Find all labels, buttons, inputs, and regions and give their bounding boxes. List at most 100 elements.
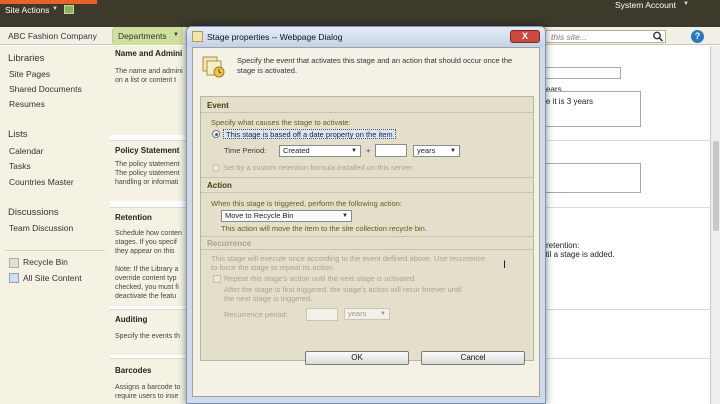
section-text: they appear on this (115, 248, 175, 255)
site-actions-menu[interactable]: Site Actions (5, 5, 49, 15)
section-text: deactivate the featu (115, 293, 177, 300)
ok-button[interactable]: OK (305, 351, 409, 365)
event-prompt: Specify what causes the stage to activat… (211, 118, 351, 127)
section-text: Note: If the Library a (115, 266, 179, 273)
policy-statement-textarea[interactable] (530, 163, 641, 193)
edit-page-icon[interactable] (64, 5, 74, 14)
user-menu[interactable]: System Account (615, 0, 676, 10)
nav-item-shared-documents[interactable]: Shared Documents (9, 84, 82, 94)
repeat-checkbox[interactable] (213, 275, 221, 283)
radio-custom-formula[interactable] (212, 164, 220, 172)
help-icon[interactable]: ? (691, 30, 704, 43)
recycle-bin-icon (9, 258, 19, 268)
section-text: Specify the events th (115, 333, 180, 340)
section-text: require users to inse (115, 393, 179, 400)
quick-launch: Libraries Site Pages Shared Documents Re… (0, 46, 110, 404)
section-divider (201, 249, 533, 250)
radio-custom-formula-label: Set by a custom retention formula instal… (223, 163, 414, 172)
plus-sign: + (366, 146, 371, 155)
section-title: Name and Admini (115, 49, 183, 58)
chevron-down-icon: ▼ (351, 148, 357, 154)
section-title: Barcodes (115, 366, 152, 375)
section-text: stages. If you specif (115, 239, 177, 246)
radio-date-property-label[interactable]: This stage is based off a date property … (223, 129, 396, 139)
recurrence-text: to force the stage to repeat its action. (211, 263, 335, 272)
name-input[interactable] (543, 67, 621, 79)
page-scrollbar[interactable] (710, 46, 720, 404)
section-divider (201, 112, 533, 113)
radio-date-property[interactable] (212, 130, 220, 138)
action-prompt: When this stage is triggered, perform th… (211, 199, 402, 208)
nav-item-site-pages[interactable]: Site Pages (9, 69, 50, 79)
section-text: on a list or content t (115, 77, 177, 84)
recurrence-period-input[interactable] (306, 308, 338, 321)
chevron-down-icon: ▼ (450, 148, 456, 154)
time-period-label: Time Period: (224, 146, 267, 155)
cancel-button[interactable]: Cancel (421, 351, 525, 365)
time-period-select[interactable]: Created ▼ (279, 145, 361, 157)
nav-heading-lists[interactable]: Lists (8, 129, 28, 140)
section-divider (201, 236, 533, 237)
section-divider (201, 177, 533, 178)
section-text: override content typ (115, 275, 177, 282)
stages-icon (202, 56, 225, 78)
section-barcodes: Barcodes Assigns a barcode to require us… (110, 359, 190, 404)
section-title: Retention (115, 213, 152, 222)
nav-item-all-site-content[interactable]: All Site Content (23, 273, 82, 283)
nav-home-link[interactable]: ABC Fashion Company (8, 31, 97, 41)
stage-properties-dialog: Stage properties -- Webpage Dialog X Spe… (186, 26, 546, 404)
recurrence-heading: Recurrence (207, 239, 252, 248)
period-unit-value: years (417, 146, 436, 155)
action-select[interactable]: Move to Recycle Bin ▼ (221, 210, 352, 222)
recurrence-period-label: Recurrence period: (224, 310, 288, 319)
recurrence-unit-value: years (348, 309, 367, 318)
all-content-icon (9, 273, 19, 283)
section-retention: Retention Schedule how conten stages. If… (110, 208, 190, 306)
recurrence-after-text: the next stage is triggered. (224, 294, 313, 303)
nav-heading-discussions[interactable]: Discussions (8, 207, 59, 218)
dialog-title: Stage properties -- Webpage Dialog (207, 32, 343, 42)
scrollbar-thumb[interactable] (713, 141, 719, 231)
event-heading: Event (207, 101, 229, 110)
period-unit-select[interactable]: years ▼ (413, 145, 460, 157)
search-placeholder: this site... (551, 32, 587, 42)
search-icon[interactable] (652, 31, 664, 42)
section-text: Schedule how conten (115, 230, 182, 237)
nav-heading-libraries[interactable]: Libraries (8, 53, 44, 64)
nav-item-calendar[interactable]: Calendar (9, 146, 44, 156)
chevron-down-icon: ▼ (173, 32, 179, 38)
nav-item-team-discussion[interactable]: Team Discussion (9, 223, 73, 233)
section-title: Policy Statement (115, 146, 180, 155)
section-name-admin: Name and Admini The name and admini on a… (110, 46, 190, 135)
nav-item-recycle-bin[interactable]: Recycle Bin (23, 257, 68, 267)
nav-divider (5, 250, 105, 251)
nav-tab-label: Departments (118, 31, 167, 41)
section-text: checked, you must fi (115, 284, 179, 291)
dialog-titlebar[interactable]: Stage properties -- Webpage Dialog (187, 27, 545, 47)
search-input[interactable]: this site... (545, 30, 666, 43)
top-bar: Site Actions ▼ System Account ▼ (0, 0, 720, 17)
action-description: This action will move the item to the si… (221, 224, 427, 233)
close-button[interactable]: X (510, 30, 540, 43)
section-text: The policy statement (115, 161, 180, 168)
section-divider (201, 192, 533, 193)
nav-item-resumes[interactable]: Resumes (9, 99, 45, 109)
nav-tab-departments[interactable]: Departments ▼ (113, 27, 183, 45)
retention-stage-list[interactable]: once it is 3 years (530, 91, 641, 127)
section-text: The policy statement (115, 170, 180, 177)
nav-item-countries-master[interactable]: Countries Master (9, 177, 74, 187)
nav-item-tasks[interactable]: Tasks (9, 161, 31, 171)
dialog-panel: Event Specify what causes the stage to a… (200, 96, 534, 361)
section-text: Assigns a barcode to (115, 384, 181, 391)
recurrence-unit-select[interactable]: years ▼ (344, 308, 390, 320)
section-text: handling or informati (115, 179, 179, 186)
recurrence-after-text: After the stage is first triggered, the … (224, 285, 462, 294)
retention-label: retention: (546, 241, 580, 250)
chevron-down-icon: ▼ (342, 213, 348, 219)
chevron-down-icon[interactable]: ▼ (52, 6, 58, 12)
brand-strip (0, 0, 97, 4)
chevron-down-icon[interactable]: ▼ (683, 1, 689, 7)
period-number-input[interactable] (375, 144, 407, 157)
action-value: Move to Recycle Bin (225, 211, 294, 220)
action-heading: Action (207, 181, 232, 190)
